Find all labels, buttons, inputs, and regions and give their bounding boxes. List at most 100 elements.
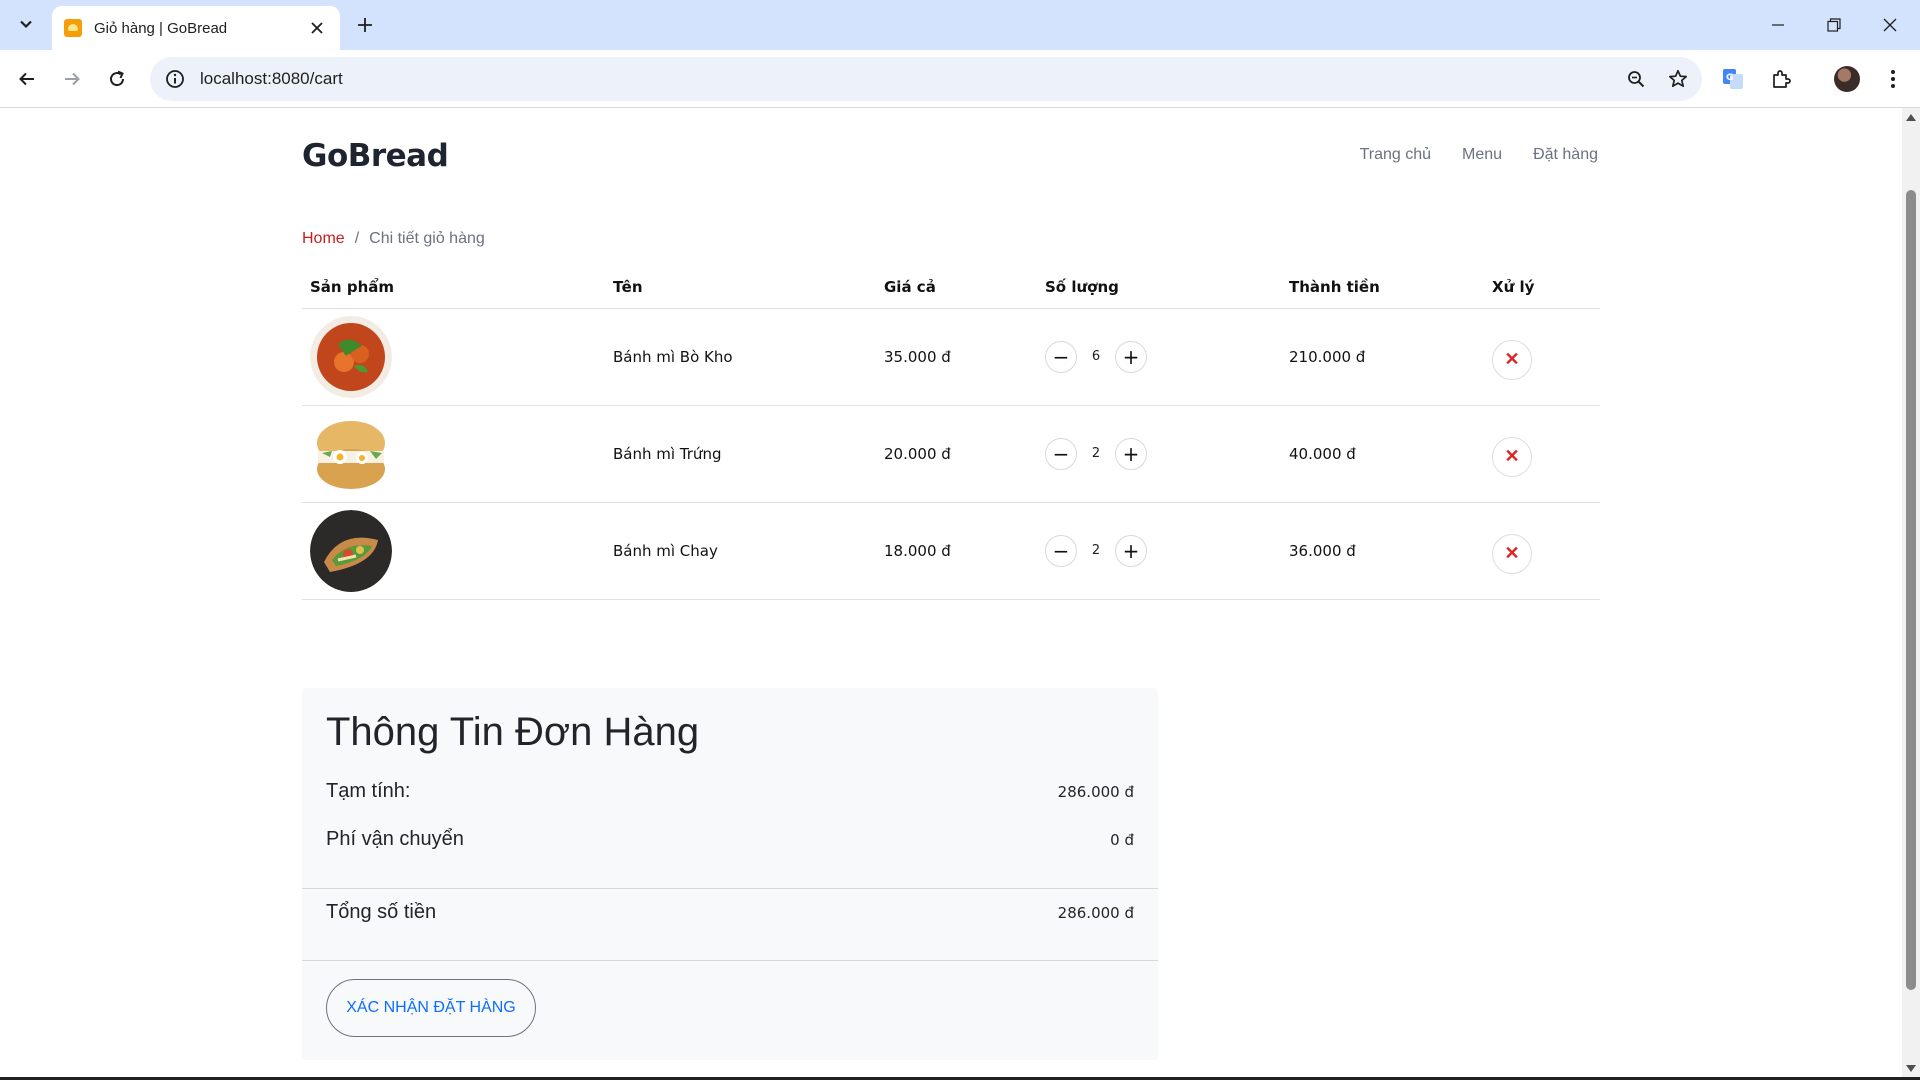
tab-search-button[interactable] <box>10 8 42 40</box>
item-name: Bánh mì Trứng <box>605 405 876 503</box>
subtotal-value: 286.000 đ <box>1057 782 1134 801</box>
item-name: Bánh mì Bò Kho <box>605 308 876 406</box>
header-name: Tên <box>605 266 876 309</box>
back-button[interactable] <box>9 61 45 97</box>
scroll-up-icon[interactable] <box>1906 114 1916 121</box>
item-price: 18.000 đ <box>876 502 1037 600</box>
bookmark-star-icon[interactable] <box>1660 61 1696 97</box>
minimize-button[interactable] <box>1750 0 1806 50</box>
zoom-icon[interactable] <box>1618 61 1654 97</box>
item-price: 20.000 đ <box>876 405 1037 503</box>
extensions-icon[interactable] <box>1763 61 1799 97</box>
cart-table: Sản phẩm Tên Giá cả Số lượng Thành tiền … <box>302 266 1600 600</box>
quantity-stepper: − 2 + <box>1045 437 1273 470</box>
window-close-button[interactable] <box>1862 0 1918 50</box>
quantity-value: 2 <box>1091 543 1101 558</box>
product-image <box>310 509 392 592</box>
main-nav: Trang chủ Menu Đặt hàng <box>1360 146 1598 164</box>
divider <box>302 888 1158 889</box>
decrease-quantity-button[interactable]: − <box>1045 340 1077 373</box>
arrow-left-icon <box>19 72 34 86</box>
plus-icon: + <box>1122 538 1140 563</box>
active-tab[interactable]: Giỏ hàng | GoBread <box>52 6 340 50</box>
total-label: Tổng số tiền <box>326 901 437 923</box>
profile-avatar[interactable] <box>1829 61 1865 97</box>
arrow-right-icon <box>65 72 80 86</box>
plus-icon: + <box>1122 344 1140 369</box>
restore-button[interactable] <box>1806 0 1862 50</box>
total-value: 286.000 đ <box>1057 903 1134 922</box>
confirm-order-button[interactable]: XÁC NHẬN ĐẶT HÀNG <box>326 979 536 1037</box>
table-row: Bánh mì Chay 18.000 đ − 2 + 36.000 đ ✕ <box>302 502 1600 600</box>
item-subtotal: 40.000 đ <box>1281 405 1484 503</box>
breadcrumb: Home / Chi tiết giỏ hàng <box>302 230 485 248</box>
tab-title: Giỏ hàng | GoBread <box>94 19 228 37</box>
tab-close-button[interactable] <box>306 17 328 39</box>
increase-quantity-button[interactable]: + <box>1115 340 1147 373</box>
avatar <box>1834 66 1860 92</box>
reload-icon <box>110 70 125 87</box>
quantity-stepper: − 2 + <box>1045 534 1273 567</box>
item-subtotal: 36.000 đ <box>1281 502 1484 600</box>
brand-logo[interactable]: GoBread <box>302 138 449 174</box>
remove-item-button[interactable]: ✕ <box>1492 533 1532 574</box>
header-quantity: Số lượng <box>1037 266 1281 309</box>
cart-header-row: Sản phẩm Tên Giá cả Số lượng Thành tiền … <box>302 266 1600 309</box>
remove-item-button[interactable]: ✕ <box>1492 436 1532 477</box>
header-action: Xử lý <box>1484 266 1600 309</box>
browser-menu-button[interactable] <box>1875 61 1911 97</box>
product-image <box>310 412 392 495</box>
product-image <box>310 315 392 398</box>
close-icon <box>1883 18 1897 32</box>
shipping-value: 0 đ <box>1110 830 1134 849</box>
site-info-icon[interactable] <box>164 68 186 90</box>
summary-title: Thông Tin Đơn Hàng <box>326 710 700 754</box>
breadcrumb-current: Chi tiết giỏ hàng <box>369 230 485 247</box>
increase-quantity-button[interactable]: + <box>1115 437 1147 470</box>
minus-icon: − <box>1052 538 1070 563</box>
scroll-down-icon[interactable] <box>1906 1065 1916 1072</box>
minus-icon: − <box>1052 344 1070 369</box>
increase-quantity-button[interactable]: + <box>1115 534 1147 567</box>
forward-button[interactable] <box>54 61 90 97</box>
item-price: 35.000 đ <box>876 308 1037 406</box>
decrease-quantity-button[interactable]: − <box>1045 534 1077 567</box>
reload-button[interactable] <box>99 61 135 97</box>
close-icon: ✕ <box>1504 446 1520 466</box>
remove-item-button[interactable]: ✕ <box>1492 339 1532 380</box>
item-subtotal: 210.000 đ <box>1281 308 1484 406</box>
total-row: Tổng số tiền 286.000 đ <box>326 901 1134 924</box>
scrollbar-thumb[interactable] <box>1906 190 1916 990</box>
nav-link-menu[interactable]: Menu <box>1462 146 1502 164</box>
quantity-value: 2 <box>1091 446 1101 461</box>
page-viewport: GoBread Trang chủ Menu Đặt hàng Home / C… <box>0 108 1920 1078</box>
breadcrumb-separator: / <box>354 230 360 247</box>
plus-icon: + <box>1122 441 1140 466</box>
nav-link-home[interactable]: Trang chủ <box>1360 146 1431 164</box>
browser-toolbar: localhost:8080/cart G <box>0 50 1920 108</box>
close-icon: ✕ <box>1504 543 1520 563</box>
svg-text:G: G <box>1726 73 1733 83</box>
restore-icon <box>1827 18 1841 32</box>
nav-link-order[interactable]: Đặt hàng <box>1533 146 1598 164</box>
decrease-quantity-button[interactable]: − <box>1045 437 1077 470</box>
url-text[interactable]: localhost:8080/cart <box>200 69 1618 89</box>
item-name: Bánh mì Chay <box>605 502 876 600</box>
breadcrumb-home-link[interactable]: Home <box>302 230 345 248</box>
divider <box>302 960 1158 961</box>
chevron-down-icon <box>20 20 32 29</box>
browser-tab-bar: Giỏ hàng | GoBread <box>0 0 1920 50</box>
subtotal-label: Tạm tính: <box>326 780 411 802</box>
more-vertical-icon <box>1891 70 1895 88</box>
quantity-stepper: − 6 + <box>1045 340 1273 373</box>
page-scrollbar[interactable] <box>1902 108 1920 1078</box>
subtotal-row: Tạm tính: 286.000 đ <box>326 780 1134 803</box>
header-price: Giá cả <box>876 266 1037 309</box>
header-product: Sản phẩm <box>302 266 605 309</box>
translate-icon[interactable]: G <box>1715 61 1751 97</box>
header-subtotal: Thành tiền <box>1281 266 1484 309</box>
gobread-favicon-icon <box>64 19 82 37</box>
new-tab-button[interactable] <box>350 10 380 40</box>
address-bar[interactable]: localhost:8080/cart <box>150 57 1702 101</box>
shipping-row: Phí vận chuyển 0 đ <box>326 828 1134 851</box>
